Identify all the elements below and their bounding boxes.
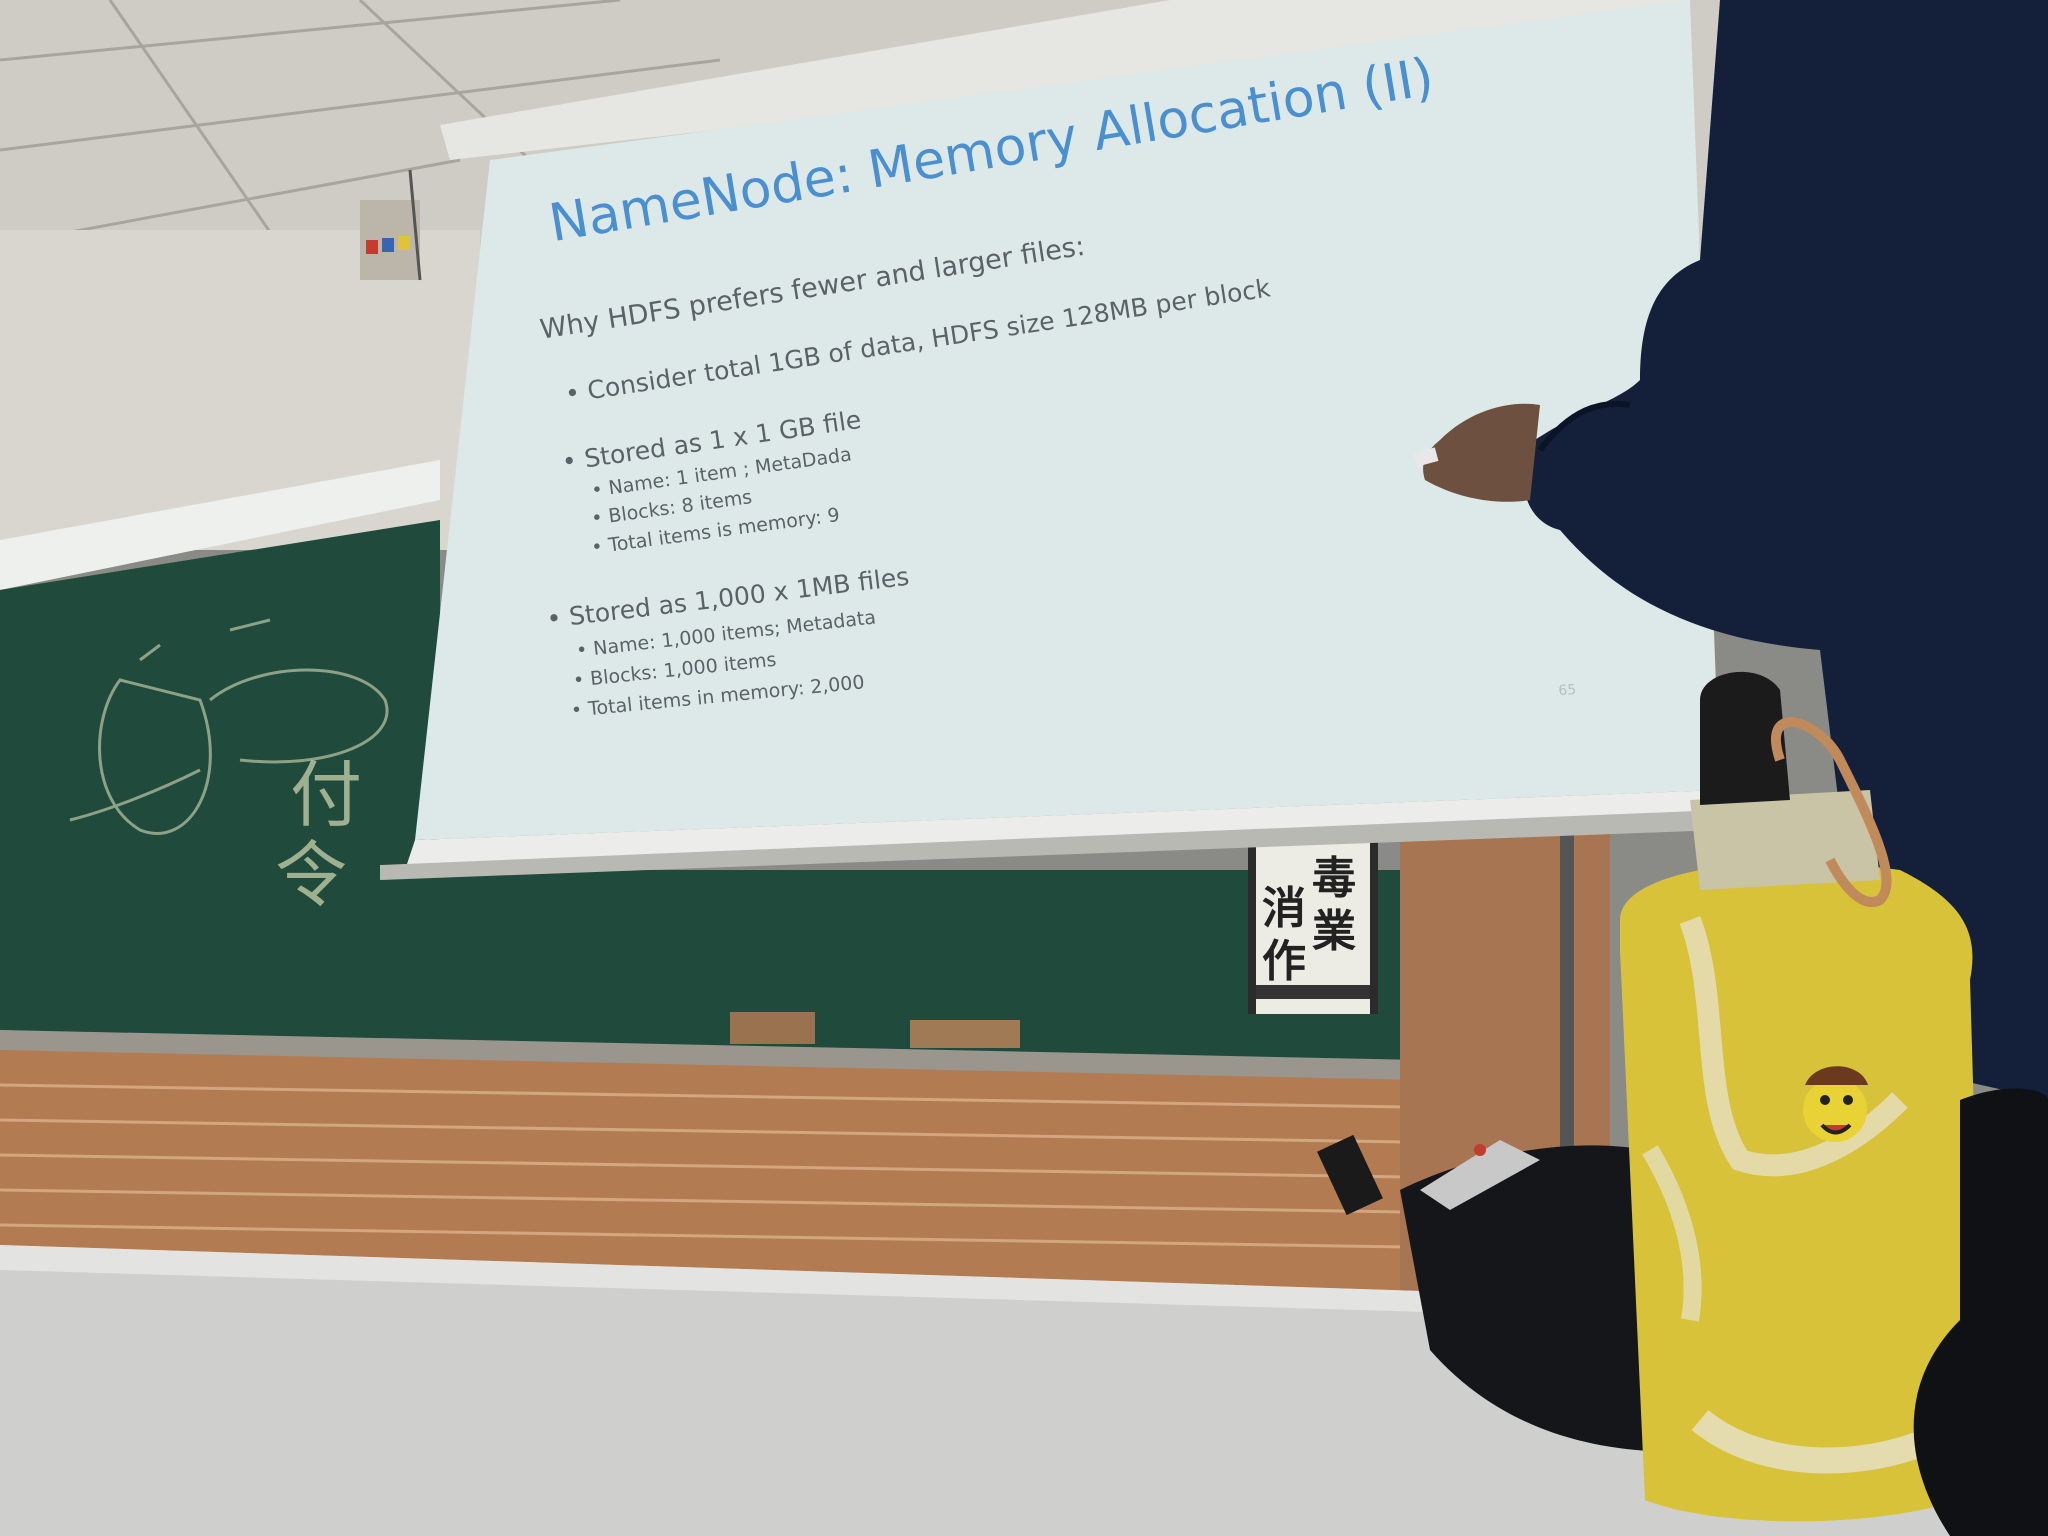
poster-char-3: 作	[1262, 936, 1306, 987]
poster-char-4: 業	[1312, 906, 1356, 957]
chalk-char-2: 令	[275, 833, 347, 917]
chalk-char-1: 付	[290, 753, 362, 837]
classroom-photo: 付 令	[0, 0, 2048, 1536]
